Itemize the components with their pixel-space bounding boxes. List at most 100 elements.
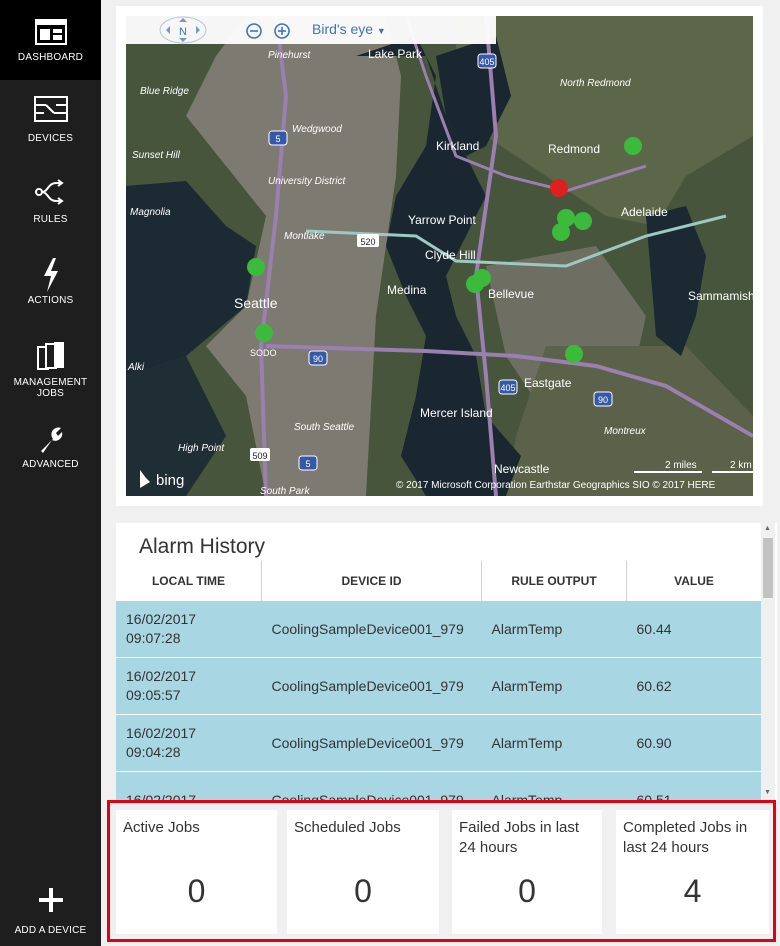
sidebar-item-actions[interactable]: ACTIONS — [0, 246, 101, 326]
cell-value: 60.51 — [626, 771, 761, 803]
highway-shield: 405 — [477, 53, 497, 69]
cell-device-id: CoolingSampleDevice001_979 — [261, 601, 482, 658]
job-tile-failed[interactable]: Failed Jobs in last 24 hours 0 — [452, 810, 602, 934]
map-canvas[interactable]: 405 5 520 90 405 90 509 5 Pinehurst Nort… — [126, 16, 753, 496]
job-tile-active[interactable]: Active Jobs 0 — [116, 810, 277, 934]
device-marker[interactable] — [565, 345, 583, 363]
shield-label: 509 — [252, 451, 267, 461]
device-marker[interactable] — [466, 275, 484, 293]
sidebar-item-devices[interactable]: DEVICES — [0, 82, 101, 162]
cell-time: 09:04:28 — [126, 744, 181, 760]
cell-date: 16/02/2017 — [126, 725, 197, 741]
bing-label: bing — [156, 472, 184, 489]
sidebar-item-advanced[interactable]: ADVANCED — [0, 410, 101, 490]
shield-label: 405 — [500, 383, 515, 393]
place-label: Alki — [127, 362, 145, 373]
cell-device-id: CoolingSampleDevice001_979 — [261, 657, 482, 715]
shield-label: 520 — [360, 237, 375, 247]
cell-rule-output: AlarmTemp — [481, 657, 627, 715]
table-row[interactable]: 16/02/2017 CoolingSampleDevice001_979 Al… — [116, 771, 761, 803]
place-label: South Park — [260, 486, 310, 496]
place-label: Seattle — [234, 295, 278, 311]
job-tile-value: 4 — [683, 873, 702, 909]
highway-shield: 405 — [498, 379, 518, 395]
cell-rule-output: AlarmTemp — [481, 714, 627, 772]
map-toolbar: N Bird's eye ▼ — [126, 16, 496, 44]
wrench-icon — [41, 427, 63, 453]
cell-time: 09:07:28 — [126, 630, 181, 646]
view-mode-dropdown[interactable]: Bird's eye ▼ — [312, 21, 386, 37]
sidebar-item-label: MANAGEMENT JOBS — [13, 377, 88, 399]
device-marker-alarm[interactable] — [550, 179, 568, 197]
place-label: Blue Ridge — [140, 86, 189, 97]
scroll-up-icon[interactable]: ▲ — [764, 525, 771, 532]
scroll-thumb[interactable] — [763, 538, 773, 598]
compass-label: N — [179, 26, 187, 38]
sidebar-item-label: ACTIONS — [27, 295, 74, 306]
job-tile-label: Completed Jobs in last 24 hours — [623, 819, 748, 856]
add-device-button[interactable]: ADD A DEVICE — [0, 866, 101, 946]
dashboard-icon — [35, 19, 67, 45]
column-header-device-id[interactable]: DEVICE ID — [261, 561, 482, 601]
place-label: Mercer Island — [420, 406, 493, 420]
job-tile-value: 0 — [354, 873, 372, 909]
map-panel: 405 5 520 90 405 90 509 5 Pinehurst Nort… — [116, 6, 763, 506]
device-marker[interactable] — [255, 324, 273, 342]
place-label: Montreux — [604, 426, 647, 437]
table-row[interactable]: 16/02/2017 09:04:28 CoolingSampleDevice00… — [116, 714, 761, 772]
sidebar-item-management-jobs[interactable]: MANAGEMENT JOBS — [0, 328, 101, 408]
device-marker[interactable] — [624, 137, 642, 155]
shield-label: 5 — [275, 134, 280, 144]
actions-icon — [44, 258, 58, 292]
job-tile-completed[interactable]: Completed Jobs in last 24 hours 4 — [616, 810, 769, 934]
job-tile-label: Scheduled Jobs — [294, 819, 401, 836]
place-label: South Seattle — [294, 422, 354, 433]
alarm-history-scrollbar[interactable]: ▲ ▼ — [761, 523, 775, 803]
cell-rule-output: AlarmTemp — [481, 771, 627, 803]
device-marker[interactable] — [552, 223, 570, 241]
place-label: Bellevue — [488, 287, 534, 301]
zoom-in-icon[interactable] — [273, 22, 291, 40]
scroll-down-icon[interactable]: ▼ — [764, 789, 771, 796]
column-header-rule-output[interactable]: RULE OUTPUT — [481, 561, 627, 601]
alarm-history-table: LOCAL TIME DEVICE ID RULE OUTPUT VALUE 1… — [116, 561, 761, 803]
column-header-local-time[interactable]: LOCAL TIME — [116, 561, 262, 601]
job-tile-value: 0 — [187, 873, 206, 909]
cell-device-id: CoolingSampleDevice001_979 — [261, 771, 482, 803]
job-tile-label: Active Jobs — [123, 819, 200, 836]
device-marker[interactable] — [574, 212, 592, 230]
place-label: Kirkland — [436, 139, 479, 153]
sidebar-item-rules[interactable]: RULES — [0, 164, 101, 244]
place-label: Lake Park — [368, 47, 423, 61]
highway-shield: 5 — [268, 130, 288, 146]
table-row[interactable]: 16/02/2017 09:05:57 CoolingSampleDevice00… — [116, 657, 761, 715]
map-attribution: © 2017 Microsoft Corporation Earthstar G… — [396, 480, 716, 491]
cell-value: 60.90 — [626, 714, 761, 772]
place-label: Wedgwood — [292, 124, 342, 135]
cell-value: 60.44 — [626, 601, 761, 658]
sidebar-item-dashboard[interactable]: DASHBOARD — [0, 0, 101, 80]
rules-icon — [35, 179, 64, 205]
place-label: Eastgate — [524, 376, 572, 390]
device-marker[interactable] — [247, 258, 265, 276]
cell-rule-output: AlarmTemp — [481, 601, 627, 658]
cell-date: 16/02/2017 — [126, 668, 197, 684]
zoom-out-icon[interactable] — [245, 22, 263, 40]
place-label: Sammamish — [688, 289, 753, 303]
job-tile-scheduled[interactable]: Scheduled Jobs 0 — [287, 810, 439, 934]
device-map[interactable]: 405 5 520 90 405 90 509 5 Pinehurst Nort… — [126, 16, 753, 496]
column-header-value[interactable]: VALUE — [626, 561, 761, 601]
place-label: Sunset Hill — [132, 150, 181, 161]
place-label: High Point — [178, 443, 225, 454]
sidebar-item-label: DASHBOARD — [17, 52, 84, 63]
plus-icon — [39, 888, 63, 912]
place-label: SODO — [250, 348, 277, 358]
table-row[interactable]: 16/02/2017 09:07:28 CoolingSampleDevice00… — [116, 601, 761, 658]
highway-shield: 90 — [308, 350, 328, 366]
compass-control[interactable]: N — [158, 16, 208, 44]
place-label: Clyde Hill — [425, 248, 476, 262]
shield-label: 405 — [479, 57, 494, 67]
highway-shield: 90 — [593, 391, 613, 407]
cell-device-id: CoolingSampleDevice001_979 — [261, 714, 482, 772]
sidebar-item-label: DEVICES — [27, 133, 74, 144]
